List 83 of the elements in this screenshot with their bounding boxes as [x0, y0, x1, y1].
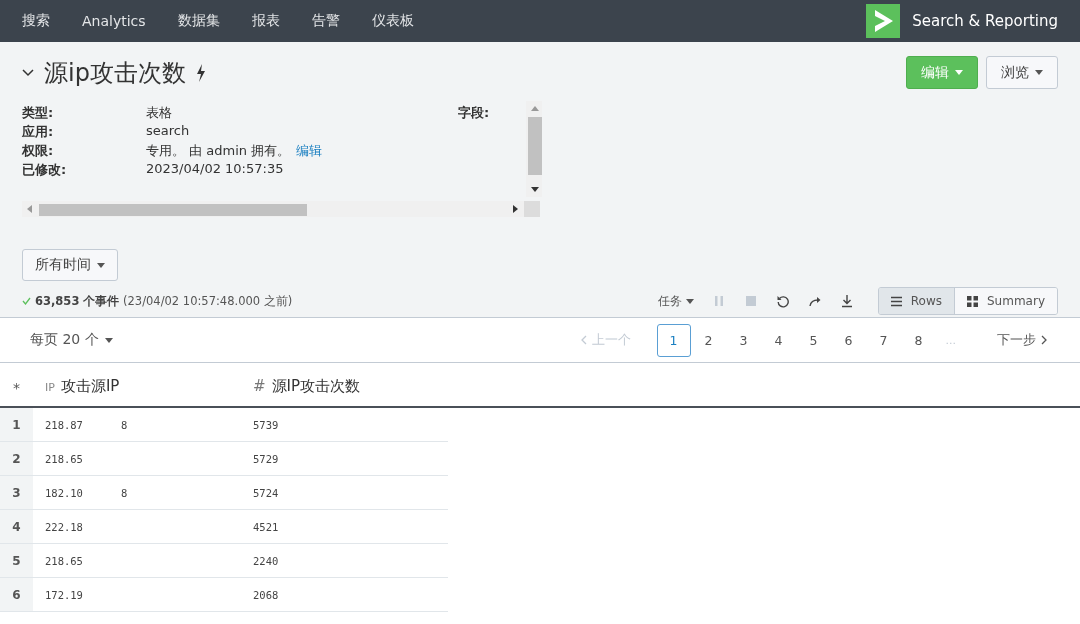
- edit-link[interactable]: 编辑: [296, 143, 323, 158]
- page-number-button[interactable]: 7: [866, 323, 901, 357]
- meta-value: 2023/04/02 10:57:35: [146, 161, 284, 176]
- row-number: 4: [0, 510, 33, 543]
- nav-item[interactable]: 告警: [295, 12, 356, 30]
- view-toggle-tab[interactable]: Summary: [954, 288, 1057, 314]
- page-ellipsis: ...: [945, 333, 956, 347]
- caret-icon: [104, 337, 113, 343]
- nav-item[interactable]: Analytics: [66, 13, 162, 29]
- row-number: 1: [0, 408, 33, 441]
- app-name[interactable]: Search & Reporting: [912, 12, 1058, 30]
- table-cell: 5729: [253, 452, 279, 465]
- caret-icon: [685, 298, 694, 304]
- caret-icon: [955, 70, 963, 75]
- nav-item[interactable]: 搜索: [6, 12, 66, 30]
- table-cell: 8: [120, 486, 128, 499]
- table-cell: 8: [120, 418, 128, 431]
- caret-icon: [97, 262, 105, 268]
- chevron-left-icon: [580, 335, 587, 345]
- table-cell: 5724: [253, 486, 279, 499]
- share-arrow-icon[interactable]: [807, 294, 822, 308]
- job-menu[interactable]: 任务: [657, 292, 694, 310]
- index-header: *: [12, 380, 21, 398]
- page-number-button[interactable]: 8: [901, 323, 936, 357]
- column-header[interactable]: 源IP攻击次数: [271, 377, 361, 395]
- meta-label: 权限:: [22, 142, 55, 160]
- table-cell: 4521: [253, 520, 279, 533]
- row-number: 5: [0, 544, 33, 577]
- chevron-right-icon: [1041, 335, 1047, 345]
- field-type-tag: #: [253, 377, 266, 395]
- table-cell: 218.87: [45, 418, 83, 431]
- table-cell: 2240: [253, 554, 279, 567]
- column-header[interactable]: 攻击源IP: [60, 377, 120, 395]
- vertical-scrollbar[interactable]: [526, 101, 542, 197]
- fields-label: 字段:: [458, 104, 490, 122]
- scroll-down-icon: [531, 187, 539, 192]
- scrollbar-corner: [524, 201, 540, 217]
- table-cell: 182.10: [45, 486, 83, 499]
- time-range-button[interactable]: 所有时间: [22, 249, 118, 281]
- page-number-button[interactable]: 3: [726, 323, 761, 357]
- field-type-tag: IP: [45, 381, 55, 394]
- table-cell: 172.19: [45, 588, 83, 601]
- meta-value: 专用。 由 admin 拥有。: [146, 143, 291, 158]
- chevron-logo-icon[interactable]: [866, 4, 901, 38]
- chevron-down-icon[interactable]: [22, 66, 34, 79]
- refresh-icon[interactable]: [775, 294, 790, 308]
- caret-icon: [1035, 70, 1043, 75]
- meta-value: search: [146, 123, 190, 138]
- check-icon: [22, 297, 31, 305]
- nav-item[interactable]: 数据集: [161, 12, 236, 30]
- meta-value: 表格: [146, 105, 172, 120]
- page-number-button[interactable]: 1: [656, 323, 691, 357]
- meta-label: 类型:: [22, 104, 55, 122]
- row-number: 6: [0, 578, 33, 611]
- report-title: 源ip攻击次数: [44, 57, 186, 89]
- page-number-button[interactable]: 5: [796, 323, 831, 357]
- next-page-button[interactable]: 下一步: [990, 323, 1054, 357]
- table-cell: 218.65: [45, 452, 83, 465]
- nav-item[interactable]: 仪表板: [355, 12, 430, 30]
- event-count-status: 63,853 个事件 (23/04/02 10:57:48.000 之前): [35, 293, 293, 309]
- nav-item[interactable]: 报表: [235, 12, 296, 30]
- meta-label: 已修改:: [22, 161, 68, 179]
- page-number-button[interactable]: 4: [761, 323, 796, 357]
- lightning-icon: [195, 63, 206, 82]
- scroll-left-icon: [27, 205, 32, 213]
- scroll-right-icon: [513, 205, 518, 213]
- horizontal-scrollbar[interactable]: [22, 201, 524, 217]
- view-toggle-tab[interactable]: Rows: [878, 288, 954, 314]
- page-number-button[interactable]: 2: [691, 323, 726, 357]
- table-cell: 2068: [253, 588, 279, 601]
- page-number-button[interactable]: 6: [831, 323, 866, 357]
- page-size-menu[interactable]: 每页 20 个: [30, 331, 113, 349]
- table-cell: 5739: [253, 418, 279, 431]
- grid-icon: [967, 295, 978, 307]
- browse-button[interactable]: 浏览: [986, 56, 1058, 89]
- table-cell: 222.18: [45, 520, 83, 533]
- scroll-up-icon: [531, 106, 539, 111]
- download-icon[interactable]: [839, 294, 854, 308]
- row-number: 2: [0, 442, 33, 475]
- table-cell: 218.65: [45, 554, 83, 567]
- row-number: 3: [0, 476, 33, 509]
- meta-label: 应用:: [22, 123, 55, 141]
- list-icon: [890, 295, 902, 307]
